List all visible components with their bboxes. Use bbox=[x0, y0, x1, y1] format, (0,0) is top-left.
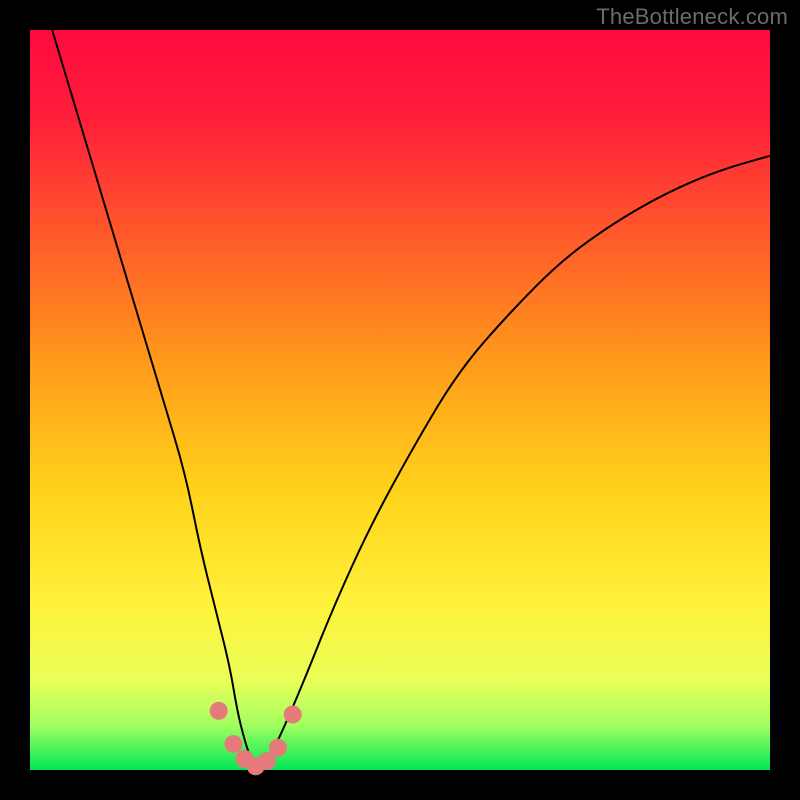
bottleneck-chart bbox=[0, 0, 800, 800]
marker-point bbox=[225, 735, 243, 753]
marker-point bbox=[210, 702, 228, 720]
marker-point bbox=[269, 739, 287, 757]
marker-point bbox=[284, 706, 302, 724]
plot-background bbox=[30, 30, 770, 770]
chart-frame: TheBottleneck.com bbox=[0, 0, 800, 800]
